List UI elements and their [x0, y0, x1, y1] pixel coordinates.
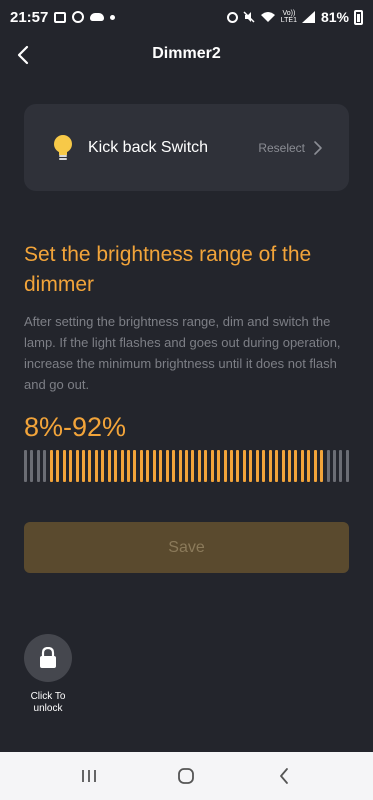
signal-icon	[301, 11, 315, 23]
range-tick	[191, 450, 195, 482]
mute-icon	[243, 11, 255, 23]
cloud-icon	[90, 13, 105, 21]
reselect-button[interactable]: Reselect	[258, 140, 323, 156]
range-tick	[69, 450, 73, 482]
reselect-label: Reselect	[258, 140, 305, 155]
range-tick	[88, 450, 92, 482]
range-tick	[236, 450, 240, 482]
home-icon	[178, 768, 195, 784]
save-button[interactable]: Save	[24, 522, 349, 573]
section-heading: Set the brightness range of the dimmer	[24, 243, 312, 296]
range-tick	[333, 450, 336, 482]
chevron-right-icon	[314, 140, 322, 155]
range-tick	[120, 450, 124, 482]
range-tick	[345, 450, 349, 482]
brightness-range-slider[interactable]	[24, 450, 349, 482]
wifi-icon	[260, 12, 275, 22]
range-tick	[30, 450, 34, 482]
range-tick	[49, 450, 53, 482]
range-tick	[94, 450, 98, 482]
range-tick	[268, 450, 272, 482]
recent-apps-button[interactable]	[69, 756, 109, 796]
system-back-button[interactable]	[264, 756, 304, 796]
range-tick	[294, 450, 298, 482]
switch-name: Kick back Switch	[88, 138, 209, 156]
status-time: 21:57	[10, 8, 49, 26]
recent-apps-icon	[81, 770, 96, 782]
range-tick	[139, 450, 143, 482]
range-tick	[300, 450, 304, 482]
battery-percent: 81%	[320, 9, 349, 25]
range-tick	[101, 450, 105, 482]
battery-icon	[354, 9, 363, 25]
range-tick	[210, 450, 214, 482]
volte-indicator: Vo)) LTE1	[280, 10, 297, 24]
range-tick	[107, 450, 111, 482]
lock-icon	[40, 647, 56, 668]
range-value: 8%-92%	[24, 412, 127, 442]
range-tick	[62, 450, 66, 482]
back-icon	[280, 768, 289, 784]
range-tick	[81, 450, 85, 482]
range-tick	[165, 450, 169, 482]
assistant-icon	[72, 11, 85, 23]
notification-dot-icon	[110, 14, 116, 20]
range-tick	[204, 450, 208, 482]
range-tick	[287, 450, 291, 482]
status-bar: 21:57 Vo)) LTE1 81%	[0, 0, 373, 34]
range-tick	[178, 450, 182, 482]
range-tick	[133, 450, 137, 482]
range-tick	[36, 450, 40, 482]
range-tick	[172, 450, 176, 482]
range-tick	[255, 450, 259, 482]
range-tick	[75, 450, 79, 482]
range-tick	[197, 450, 201, 482]
range-tick	[223, 450, 227, 482]
range-tick	[242, 450, 246, 482]
range-tick	[249, 450, 253, 482]
range-tick	[159, 450, 163, 482]
unlock-label: Click To unlock	[30, 691, 66, 714]
unlock-button[interactable]	[24, 634, 72, 682]
range-tick	[217, 450, 221, 482]
range-tick	[262, 450, 266, 482]
gallery-icon	[54, 11, 67, 23]
alarm-icon	[226, 11, 238, 23]
description-text: After setting the brightness range, dim …	[24, 314, 341, 392]
switch-card[interactable]: Kick back Switch Reselect	[24, 104, 349, 191]
range-tick	[275, 450, 279, 482]
home-button[interactable]	[166, 756, 206, 796]
header: Dimmer2	[0, 38, 373, 72]
light-bulb-icon	[54, 134, 72, 160]
system-nav-bar	[0, 752, 373, 800]
page-title: Dimmer2	[152, 45, 221, 62]
range-tick	[43, 450, 47, 482]
range-tick	[114, 450, 118, 482]
range-tick	[339, 450, 343, 482]
range-tick	[281, 450, 285, 482]
range-tick	[307, 450, 311, 482]
range-tick	[146, 450, 150, 482]
range-tick	[313, 450, 317, 482]
range-tick	[184, 450, 188, 482]
range-tick	[326, 450, 330, 482]
range-tick	[127, 450, 130, 482]
range-tick	[152, 450, 156, 482]
range-tick	[56, 450, 60, 482]
range-tick	[24, 450, 27, 482]
range-tick	[230, 450, 233, 482]
range-tick	[320, 450, 324, 482]
